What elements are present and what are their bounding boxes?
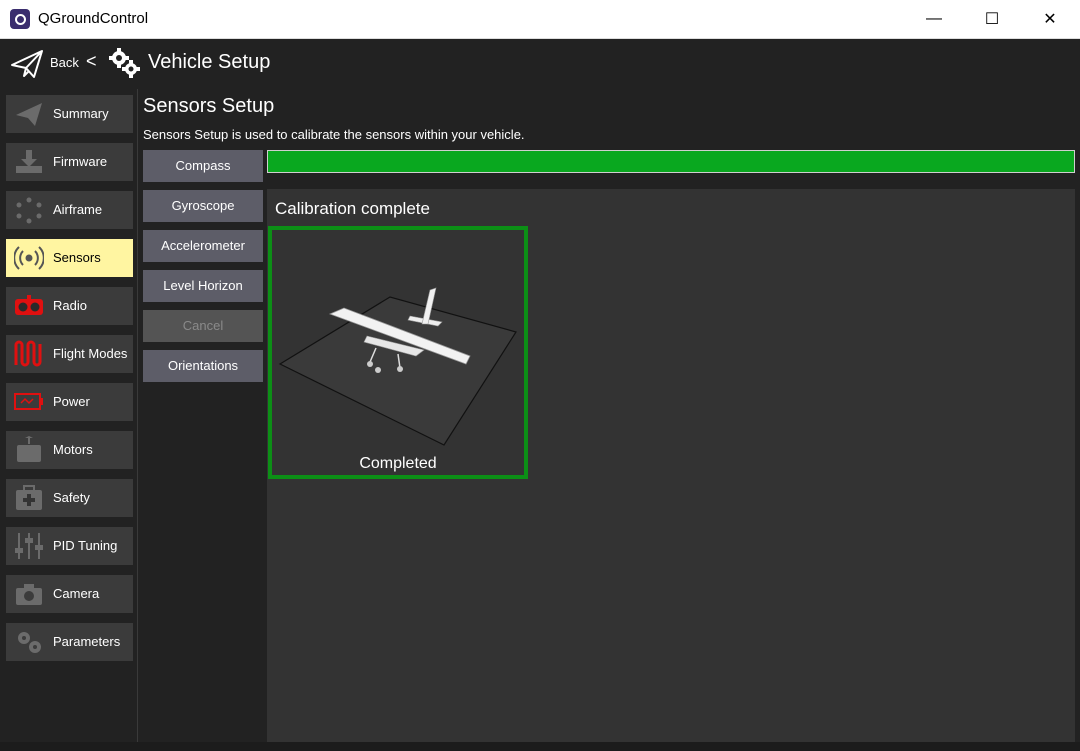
sidebar-item-sensors[interactable]: Sensors (6, 239, 133, 277)
sidebar-item-label: Firmware (53, 154, 108, 169)
orientation-box: Completed (268, 226, 528, 479)
calibration-progress-bar (267, 150, 1075, 173)
accelerometer-button[interactable]: Accelerometer (143, 230, 263, 262)
sensors-setup-description: Sensors Setup is used to calibrate the s… (143, 127, 525, 142)
flight-modes-icon (14, 340, 42, 367)
gears-icon (109, 48, 140, 78)
window-title: QGroundControl (38, 10, 149, 27)
sidebar-item-label: Flight Modes (53, 346, 128, 361)
sidebar-item-summary[interactable]: Summary (6, 95, 133, 133)
paper-plane-icon[interactable] (10, 49, 44, 79)
sidebar-item-label: Summary (53, 106, 109, 121)
sidebar-item-label: Power (53, 394, 90, 409)
motor-icon (17, 436, 41, 462)
orientation-status: Completed (359, 455, 437, 472)
sidebar-item-label: Sensors (53, 250, 101, 265)
bottom-strip (0, 742, 1080, 751)
sidebar-item-camera[interactable]: Camera (6, 575, 133, 613)
maximize-button[interactable]: ☐ (963, 0, 1021, 38)
battery-icon (14, 393, 43, 410)
sensors-icon (14, 246, 44, 270)
calibration-progress-fill (268, 151, 1074, 172)
sidebar-item-label: Airframe (53, 202, 103, 217)
breadcrumb-separator: < (86, 51, 97, 71)
sidebar-item-label: PID Tuning (53, 538, 118, 553)
compass-button[interactable]: Compass (143, 150, 263, 182)
calibration-status-title: Calibration complete (275, 199, 430, 218)
minimize-button[interactable]: — (905, 0, 963, 38)
sidebar-item-power[interactable]: Power (6, 383, 133, 421)
back-button[interactable]: Back (50, 55, 79, 70)
camera-icon (16, 584, 42, 605)
sidebar-item-firmware[interactable]: Firmware (6, 143, 133, 181)
sidebar-item-label: Safety (53, 490, 90, 505)
setup-sidebar: Summary Firmware Airframe Sensors Radio … (0, 89, 138, 751)
sidebar-item-label: Camera (53, 586, 100, 601)
gears-icon (18, 632, 41, 653)
sidebar-item-label: Parameters (53, 634, 121, 649)
qgc-app-icon (10, 9, 30, 29)
sidebar-item-radio[interactable]: Radio (6, 287, 133, 325)
sidebar-item-pid-tuning[interactable]: PID Tuning (6, 527, 133, 565)
app-header: Back < Vehicle Setup (0, 39, 1080, 89)
window-titlebar: QGroundControl — ☐ ✕ (0, 0, 1080, 39)
sidebar-item-label: Motors (53, 442, 93, 457)
vehicle-orientation-image (278, 287, 517, 446)
sidebar-item-safety[interactable]: Safety (6, 479, 133, 517)
sidebar-item-motors[interactable]: Motors (6, 431, 133, 469)
sensors-setup-title: Sensors Setup (143, 95, 275, 117)
sidebar-item-flight-modes[interactable]: Flight Modes (6, 335, 133, 373)
page-title: Vehicle Setup (148, 51, 271, 73)
paper-plane-icon (16, 103, 42, 126)
first-aid-icon (16, 485, 42, 510)
gyroscope-button[interactable]: Gyroscope (143, 190, 263, 222)
close-button[interactable]: ✕ (1021, 0, 1079, 38)
sidebar-item-parameters[interactable]: Parameters (6, 623, 133, 661)
sliders-icon (15, 533, 43, 559)
orientations-button[interactable]: Orientations (143, 350, 263, 382)
sidebar-item-label: Radio (53, 298, 87, 313)
airframe-icon (16, 197, 42, 224)
download-icon (16, 150, 42, 173)
sidebar-item-airframe[interactable]: Airframe (6, 191, 133, 229)
radio-icon (15, 295, 43, 315)
calibration-panel: Calibration complete Completed (267, 189, 1075, 742)
cancel-button[interactable]: Cancel (143, 310, 263, 342)
level-horizon-button[interactable]: Level Horizon (143, 270, 263, 302)
